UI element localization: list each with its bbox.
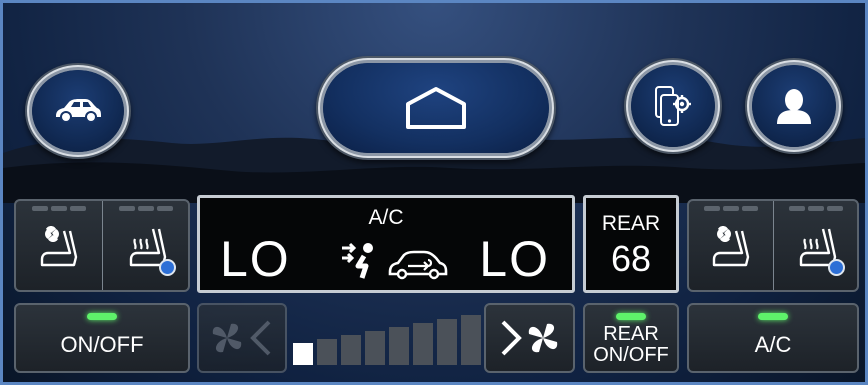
airflow-face-icon[interactable] <box>340 240 380 280</box>
profile-icon <box>777 89 811 124</box>
on-off-indicator-led <box>87 313 117 320</box>
fan-bar-6 <box>413 323 433 365</box>
fan-speed-indicator <box>293 313 483 365</box>
on-off-label: ON/OFF <box>60 332 144 358</box>
heat-level-leds <box>788 206 843 211</box>
home-button[interactable] <box>323 63 549 153</box>
infotainment-screen: A/C LO LO REAR 68 ON/OFF REAR ON/OFF A/C <box>0 0 868 385</box>
ac-indicator-led <box>758 313 788 320</box>
fan-bar-8 <box>461 315 481 365</box>
car-icon <box>56 99 101 123</box>
fan-increase-icon <box>501 320 557 356</box>
seat-ventilation-icon <box>712 225 750 266</box>
driver-seat-heat-button[interactable] <box>102 201 188 290</box>
driver-temperature[interactable]: LO <box>220 230 291 288</box>
fan-decrease-button[interactable] <box>197 303 287 373</box>
ventilation-level-leds <box>32 206 86 211</box>
rear-on-off-button[interactable]: REAR ON/OFF <box>583 303 679 373</box>
recirculation-icon[interactable] <box>386 248 448 280</box>
fan-decrease-icon <box>212 320 271 356</box>
vehicle-button[interactable] <box>32 70 124 152</box>
fan-bar-2 <box>317 339 337 365</box>
rear-on-off-label-line2: ON/OFF <box>593 344 669 366</box>
home-icon <box>406 87 466 129</box>
ventilation-level-leds <box>704 206 758 211</box>
passenger-temperature[interactable]: LO <box>479 230 550 288</box>
profile-button[interactable] <box>752 65 836 147</box>
rear-temperature-value: 68 <box>610 238 652 279</box>
rear-indicator-led <box>616 313 646 320</box>
driver-seat-ventilation-button[interactable] <box>16 201 102 290</box>
fan-bar-5 <box>389 327 409 365</box>
passenger-seat-heat-button[interactable] <box>773 201 857 290</box>
passenger-seat-controls <box>687 199 859 292</box>
passenger-heat-indicator <box>828 259 845 276</box>
phone-settings-button[interactable] <box>631 65 715 147</box>
phone-settings-icon <box>655 86 691 126</box>
climate-display: A/C LO LO <box>197 195 575 293</box>
ac-button[interactable]: A/C <box>687 303 859 373</box>
fan-bar-1 <box>293 343 313 365</box>
fan-increase-button[interactable] <box>484 303 575 373</box>
climate-on-off-button[interactable]: ON/OFF <box>14 303 190 373</box>
rear-label: REAR <box>601 212 661 235</box>
fan-bar-4 <box>365 331 385 365</box>
driver-heat-indicator <box>159 259 176 276</box>
driver-seat-controls <box>14 199 190 292</box>
seat-ventilation-icon <box>40 225 78 266</box>
heat-level-leds <box>118 206 173 211</box>
ac-status-label: A/C <box>368 206 404 229</box>
fan-bar-7 <box>437 319 457 365</box>
ac-button-label: A/C <box>754 332 792 358</box>
rear-on-off-label-line1: REAR <box>603 323 659 345</box>
fan-bar-3 <box>341 335 361 365</box>
passenger-seat-ventilation-button[interactable] <box>689 201 773 290</box>
rear-temperature-display[interactable]: REAR 68 <box>583 195 679 293</box>
